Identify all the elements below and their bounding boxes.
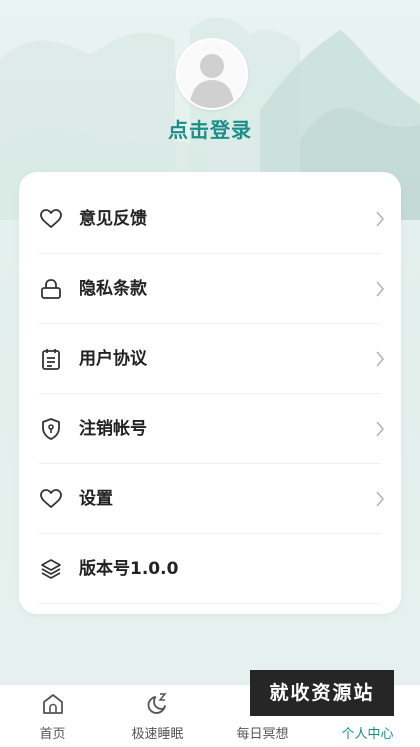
watermark: 就收资源站 [250, 670, 394, 716]
tab-fast-sleep[interactable]: 极速睡眠 [105, 685, 210, 747]
version-label: 版本号1.0.0 [79, 559, 179, 579]
tab-home[interactable]: 首页 [0, 685, 105, 747]
chevron-right-icon [376, 351, 385, 367]
tab-label: 每日冥想 [236, 727, 289, 742]
menu-item-label: 用户协议 [79, 349, 147, 369]
chevron-right-icon [376, 211, 385, 227]
menu-item-privacy[interactable]: 隐私条款 [39, 254, 385, 324]
lock-icon [41, 279, 61, 299]
menu-item-label: 意见反馈 [79, 209, 147, 229]
chevron-right-icon [376, 281, 385, 297]
menu-item-feedback[interactable]: 意见反馈 [39, 184, 385, 254]
chevron-right-icon [376, 491, 385, 507]
clipboard-icon [42, 349, 60, 370]
login-link[interactable]: 点击登录 [0, 114, 420, 143]
chevron-right-icon [376, 421, 385, 437]
menu-item-label: 注销帐号 [79, 419, 147, 439]
tab-label: 个人中心 [341, 727, 394, 742]
tab-label: 首页 [39, 727, 66, 742]
home-icon [43, 694, 63, 714]
heart-icon [40, 209, 62, 228]
avatar[interactable] [176, 38, 248, 110]
moon-icon [147, 693, 167, 714]
heart-icon [40, 489, 62, 508]
menu-card: 意见反馈 隐私条款 用户协议 注销帐号 设置 版本号1.0.0 [19, 172, 401, 614]
default-user-icon [190, 54, 234, 108]
menu-item-cancel-account[interactable]: 注销帐号 [39, 394, 385, 464]
tab-label: 极速睡眠 [131, 727, 184, 742]
menu-item-label: 隐私条款 [79, 279, 147, 299]
menu-item-label: 设置 [79, 489, 113, 509]
shield-icon [42, 418, 60, 440]
layers-icon [41, 559, 61, 579]
menu-item-version: 版本号1.0.0 [39, 534, 381, 604]
menu-item-agreement[interactable]: 用户协议 [39, 324, 385, 394]
menu-item-settings[interactable]: 设置 [39, 464, 385, 534]
divider [39, 603, 381, 604]
